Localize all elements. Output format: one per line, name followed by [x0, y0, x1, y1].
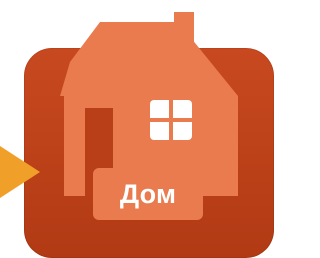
home-label[interactable]: Дом	[93, 168, 203, 220]
